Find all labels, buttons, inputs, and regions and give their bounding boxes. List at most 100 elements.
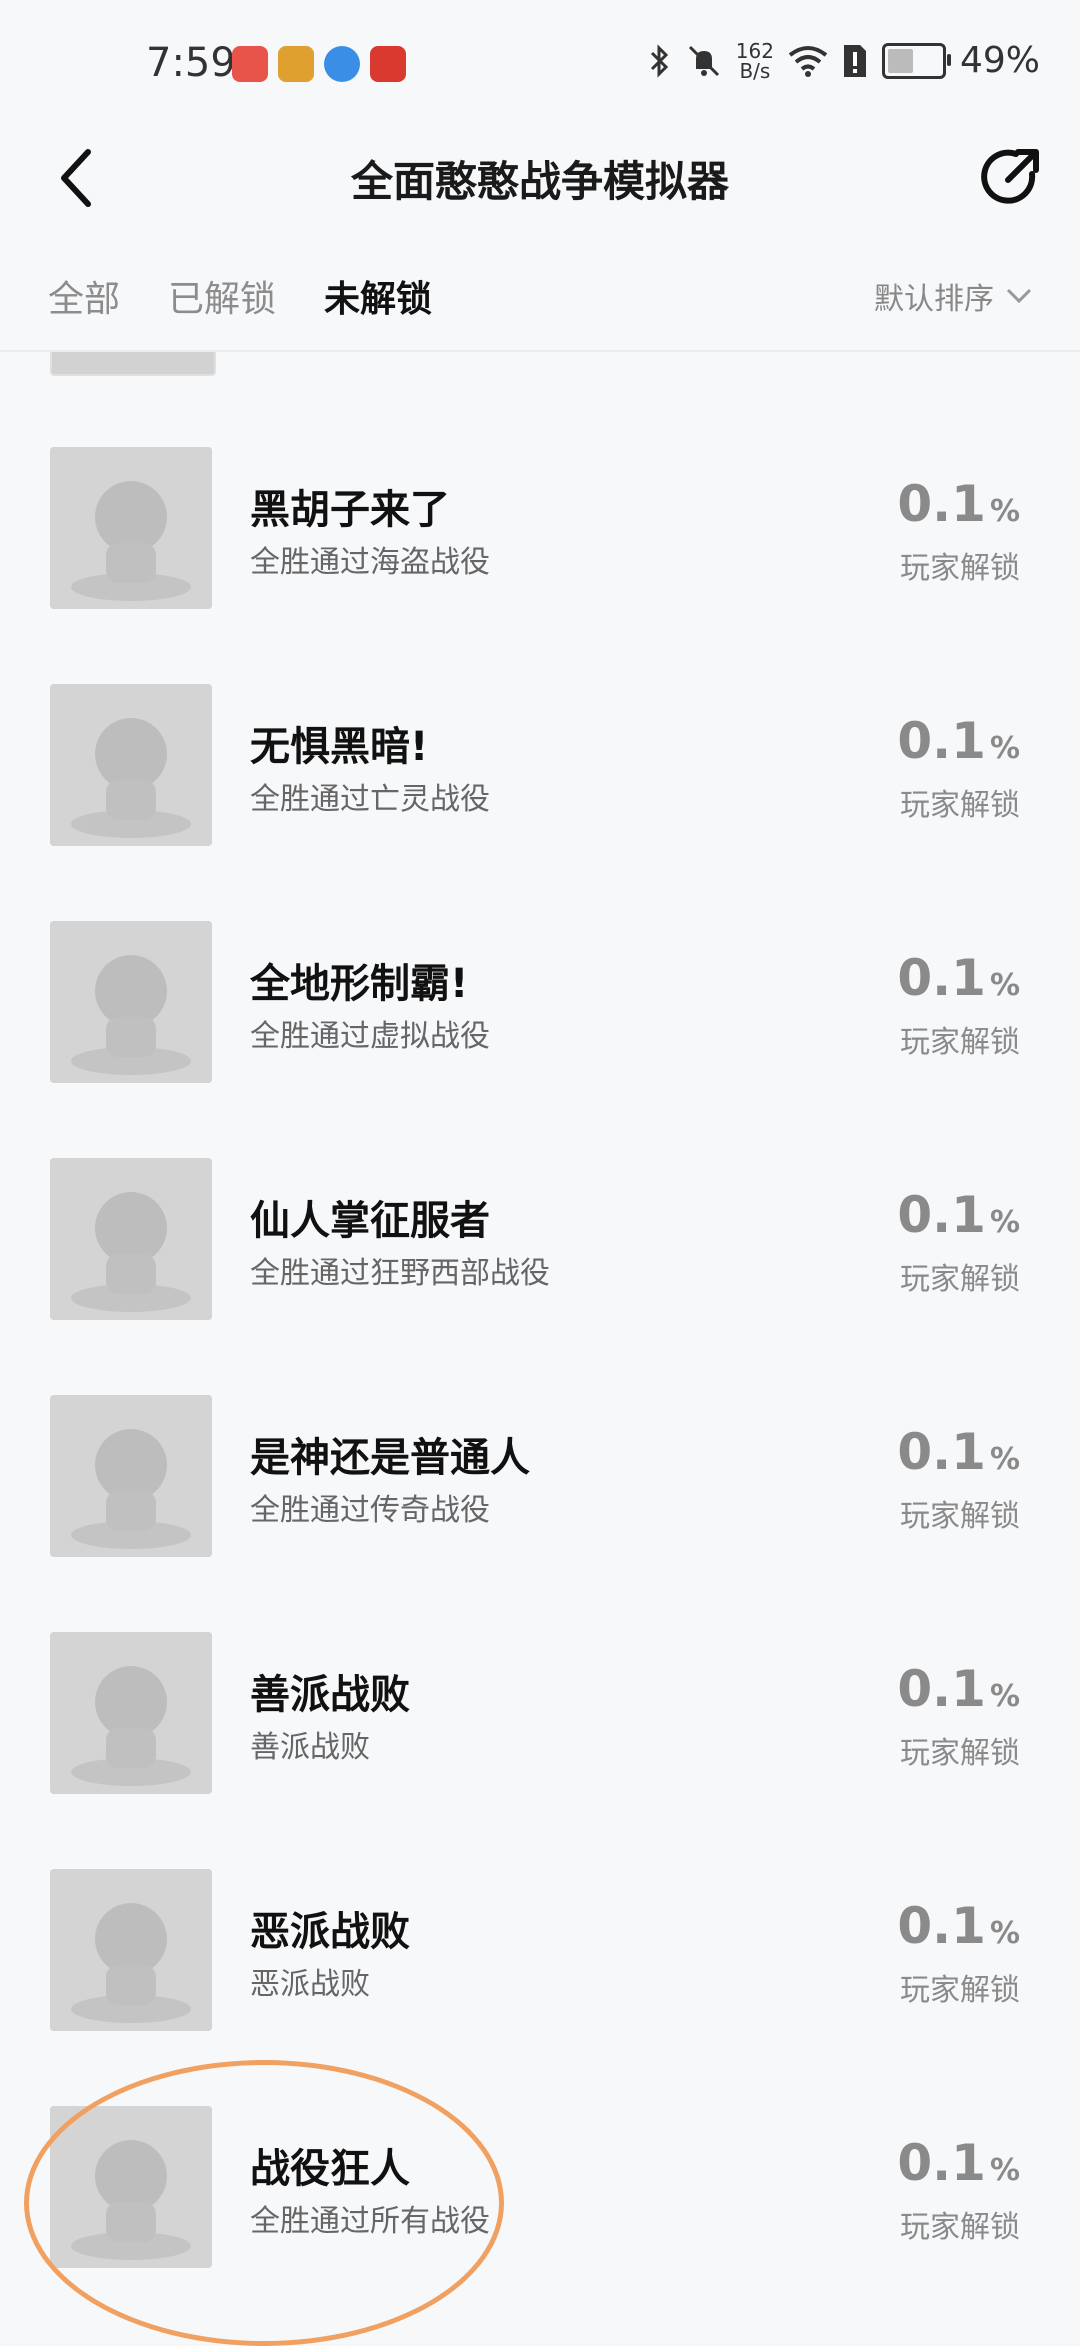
achievement-item[interactable]: 无惧黑暗! 全胜通过亡灵战役 0.1% 玩家解锁 — [0, 684, 1080, 920]
achievement-thumbnail — [50, 2106, 212, 2268]
top-app-bar: 全面憨憨战争模拟器 — [0, 130, 1080, 240]
status-time: 7:59 — [146, 40, 236, 86]
achievement-title: 善派战败 — [250, 1672, 410, 1718]
achievement-title: 是神还是普通人 — [250, 1435, 530, 1481]
achievement-description: 全胜通过狂野西部战役 — [250, 1256, 550, 1291]
achievement-thumbnail — [50, 1395, 212, 1557]
unlock-label: 玩家解锁 — [900, 1499, 1020, 1534]
battery-percent: 49% — [959, 40, 1040, 81]
unlock-label: 玩家解锁 — [900, 1025, 1020, 1060]
achievement-list[interactable]: 黑胡子来了 全胜通过海盗战役 0.1% 玩家解锁 无惧黑暗! 全胜通过亡灵战役 … — [0, 352, 1080, 2340]
unlock-label: 玩家解锁 — [900, 2210, 1020, 2245]
achievement-image — [50, 1869, 212, 2031]
achievement-thumbnail — [50, 921, 212, 1083]
unlock-percentage-value: 0.1 — [897, 1186, 986, 1244]
unlock-percentage-unit: % — [989, 1916, 1020, 1951]
achievement-title: 战役狂人 — [250, 2146, 410, 2192]
unlock-percentage-value: 0.1 — [897, 1660, 986, 1718]
unlock-percentage: 0.1% — [897, 475, 1020, 533]
huawei-app-icon — [232, 46, 268, 82]
achievement-description: 恶派战败 — [250, 1967, 370, 2002]
unlock-percentage-value: 0.1 — [897, 712, 986, 770]
bluetooth-icon — [650, 43, 668, 78]
achievement-item[interactable]: 黑胡子来了 全胜通过海盗战役 0.1% 玩家解锁 — [0, 447, 1080, 683]
filter-tabs: 全部 已解锁 未解锁 默认排序 — [0, 250, 1080, 352]
unlock-percentage-value: 0.1 — [897, 1897, 986, 1955]
chevron-down-icon — [1006, 288, 1032, 304]
unlock-percentage-value: 0.1 — [897, 475, 986, 533]
achievement-description: 全胜通过虚拟战役 — [250, 1019, 490, 1054]
unlock-percentage: 0.1% — [897, 949, 1020, 1007]
achievement-thumbnail — [50, 1632, 212, 1794]
unlock-label: 玩家解锁 — [900, 788, 1020, 823]
achievement-item[interactable]: 仙人掌征服者 全胜通过狂野西部战役 0.1% 玩家解锁 — [0, 1158, 1080, 1394]
achievement-description: 全胜通过传奇战役 — [250, 1493, 490, 1528]
unlock-percentage-value: 0.1 — [897, 949, 986, 1007]
network-speed-unit: B/s — [739, 58, 771, 83]
achievement-thumbnail — [50, 1869, 212, 2031]
unlock-percentage: 0.1% — [897, 1186, 1020, 1244]
sort-dropdown[interactable]: 默认排序 — [874, 274, 1032, 318]
browser-app-icon — [324, 46, 360, 82]
achievement-item[interactable]: 善派战败 善派战败 0.1% 玩家解锁 — [0, 1632, 1080, 1868]
achievement-title: 仙人掌征服者 — [250, 1198, 490, 1244]
notification-icons — [232, 46, 406, 82]
achievement-image — [50, 1158, 212, 1320]
achievement-title: 无惧黑暗! — [250, 724, 429, 770]
unlock-label: 玩家解锁 — [900, 1973, 1020, 2008]
achievement-thumbnail — [50, 352, 216, 376]
unlock-percentage: 0.1% — [897, 712, 1020, 770]
battery-fill — [887, 48, 913, 73]
unlock-percentage-unit: % — [989, 968, 1020, 1003]
achievement-description: 全胜通过海盗战役 — [250, 545, 490, 580]
unlock-percentage: 0.1% — [897, 2134, 1020, 2192]
tab-all[interactable]: 全部 — [48, 270, 120, 322]
unlock-label: 玩家解锁 — [900, 1736, 1020, 1771]
achievement-title: 全地形制霸! — [250, 961, 469, 1007]
unlock-percentage-unit: % — [989, 1205, 1020, 1240]
achievement-title: 黑胡子来了 — [250, 487, 450, 533]
unlock-percentage-unit: % — [989, 1679, 1020, 1714]
achievement-image — [50, 2106, 212, 2268]
unlock-percentage-value: 0.1 — [897, 2134, 986, 2192]
achievement-image — [50, 684, 212, 846]
unlock-percentage: 0.1% — [897, 1660, 1020, 1718]
unlock-percentage-unit: % — [989, 731, 1020, 766]
sim-alert-icon — [843, 44, 866, 77]
tab-locked[interactable]: 未解锁 — [324, 270, 432, 322]
share-icon — [981, 149, 1039, 204]
achievement-thumbnail — [50, 1158, 212, 1320]
achievement-item[interactable]: 全地形制霸! 全胜通过虚拟战役 0.1% 玩家解锁 — [0, 921, 1080, 1157]
sort-label: 默认排序 — [874, 282, 994, 317]
achievement-item[interactable]: 是神还是普通人 全胜通过传奇战役 0.1% 玩家解锁 — [0, 1395, 1080, 1631]
achievement-item[interactable]: 战役狂人 全胜通过所有战役 0.1% 玩家解锁 — [0, 2106, 1080, 2340]
achievement-item[interactable]: 恶派战败 恶派战败 0.1% 玩家解锁 — [0, 1869, 1080, 2105]
unlock-percentage-unit: % — [989, 1442, 1020, 1477]
achievement-image — [50, 1632, 212, 1794]
unlock-percentage: 0.1% — [897, 1897, 1020, 1955]
status-indicators: 162 B/s 49% — [648, 40, 1040, 81]
unlock-label: 玩家解锁 — [900, 551, 1020, 586]
unlock-percentage-value: 0.1 — [897, 1423, 986, 1481]
news-app-icon — [370, 46, 406, 82]
unlock-label: 玩家解锁 — [900, 1262, 1020, 1297]
achievement-title: 恶派战败 — [250, 1909, 410, 1955]
achievement-image — [50, 1395, 212, 1557]
battery-icon — [881, 42, 951, 79]
unlock-percentage-unit: % — [989, 2153, 1020, 2188]
network-speed-value: 162 — [735, 38, 774, 63]
achievement-description: 善派战败 — [250, 1730, 370, 1765]
achievement-description: 全胜通过所有战役 — [250, 2204, 490, 2239]
game-app-icon — [278, 46, 314, 82]
share-button[interactable] — [970, 138, 1050, 218]
achievement-thumbnail — [50, 447, 212, 609]
network-speed: 162 B/s — [736, 41, 774, 81]
status-bar: 7:59 162 B/s 49% — [0, 0, 1080, 130]
achievement-image — [50, 447, 212, 609]
achievement-description: 全胜通过亡灵战役 — [250, 782, 490, 817]
mute-bell-icon — [688, 45, 719, 76]
achievement-image — [50, 921, 212, 1083]
wifi-icon — [788, 45, 828, 77]
tab-unlocked[interactable]: 已解锁 — [168, 270, 276, 322]
unlock-percentage: 0.1% — [897, 1423, 1020, 1481]
